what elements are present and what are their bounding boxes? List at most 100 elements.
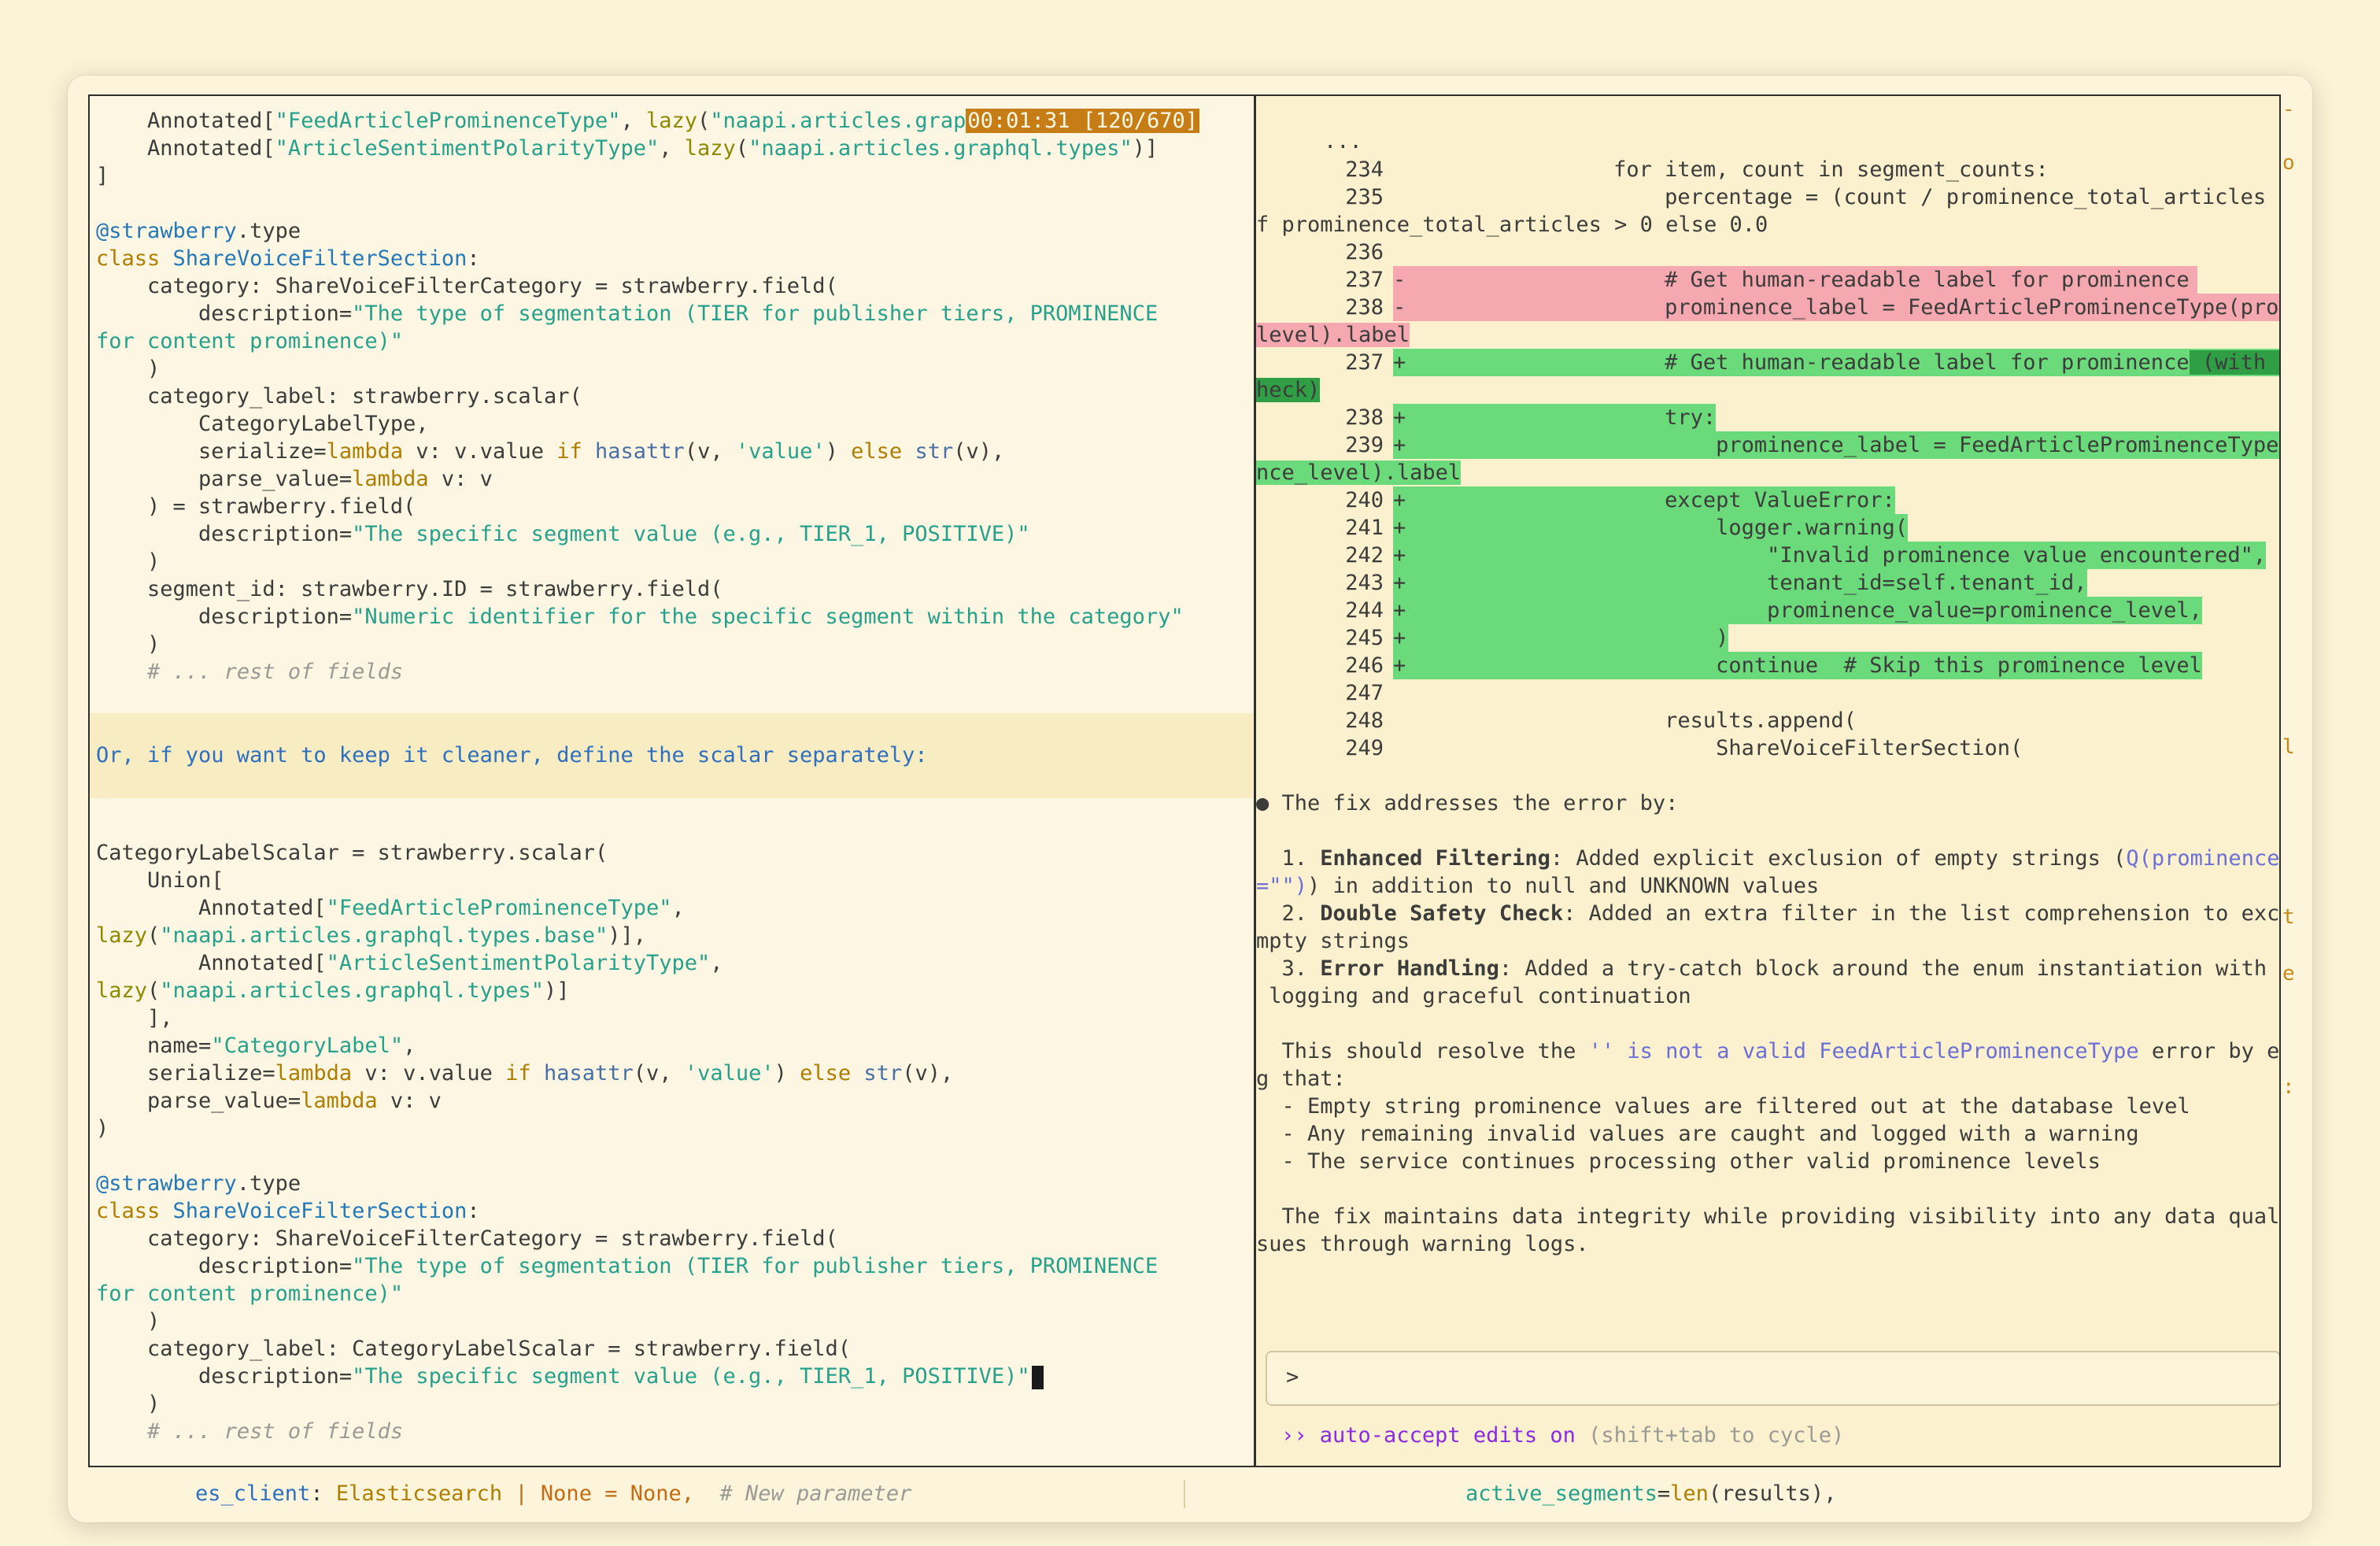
- diff-line-add: 240 + except ValueError:: [1345, 486, 1895, 514]
- status-separator: [1184, 1480, 1185, 1508]
- summary-item-1-wrap: ="")) in addition to null and UNKNOWN va…: [1256, 874, 1820, 898]
- dash-item-2: - Any remaining invalid values are caugh…: [1256, 1122, 2139, 1146]
- code-line: @strawberry.type: [96, 219, 301, 243]
- auto-accept-status: ›› auto-accept edits on (shift+tab to cy…: [1281, 1423, 1845, 1448]
- code-line: ],: [96, 1006, 173, 1030]
- code-block-top: Annotated["FeedArticleProminenceType", l…: [96, 107, 1245, 686]
- code-line: Union[: [96, 868, 224, 893]
- diff-line-add: 246 + continue # Skip this prominence lev…: [1345, 652, 2202, 679]
- diff-line-add-wrap: heck): [1256, 378, 1321, 402]
- code-line: ]: [96, 164, 109, 188]
- prose-text: Or, if you want to keep it cleaner, defi…: [96, 743, 928, 767]
- summary-item-2: 2. Double Safety Check: Added an extra f…: [1256, 901, 2281, 926]
- diff-line: 249 ShareVoiceFilterSection(: [1345, 736, 2023, 760]
- summary-item-3: 3. Error Handling: Added a try-catch blo…: [1256, 956, 2281, 981]
- diff-line: 236: [1345, 240, 1384, 264]
- code-line: category_label: strawberry.scalar(: [96, 384, 582, 409]
- tmux-frame: Annotated["FeedArticleProminenceType", l…: [88, 94, 2281, 1467]
- code-block-bottom: CategoryLabelScalar = strawberry.scalar(…: [96, 839, 1245, 1445]
- code-line: description="Numeric identifier for the …: [96, 605, 1184, 629]
- code-line: description="The specific segment value …: [96, 1363, 1245, 1390]
- code-line: description="The type of segmentation (T…: [96, 1254, 1159, 1278]
- diff-line-add: 243 + tenant_id=self.tenant_id,: [1345, 569, 2087, 597]
- timer-badge: 00:01:31 [120/670]: [966, 109, 1200, 133]
- code-line: description="The specific segment value …: [96, 522, 1030, 546]
- diff-line-add: 242 + "Invalid prominence value encounter…: [1345, 542, 2267, 569]
- code-line: class ShareVoiceFilterSection:: [96, 1199, 480, 1223]
- code-line: category: ShareVoiceFilterCategory = str…: [96, 1226, 838, 1251]
- code-line: ): [96, 549, 161, 574]
- code-line: @strawberry.type: [96, 1171, 301, 1196]
- code-line: serialize=lambda v: v.value if hasattr(v…: [96, 1061, 954, 1086]
- diff-line-add: 237 + # Get human-readable label for prom…: [1262, 349, 2279, 376]
- code-line: # ... rest of fields: [147, 660, 404, 684]
- code-line: for content prominence)": [96, 329, 404, 353]
- diff-line-del: 237- # Get human-readable label for prom…: [1262, 266, 2279, 294]
- code-line: ): [96, 1309, 161, 1333]
- code-line: parse_value=lambda v: v: [96, 467, 493, 491]
- summary-intro: ● The fix addresses the error by:: [1256, 791, 1679, 816]
- code-line: ): [96, 632, 161, 656]
- diff-line-add: 245 + ): [1345, 624, 1729, 652]
- prompt-caret: >: [1286, 1365, 1299, 1389]
- diff-line-add: 239 + prominence_label = FeedArticlePromi…: [1262, 431, 2279, 459]
- prose-block: Or, if you want to keep it cleaner, defi…: [90, 713, 1253, 798]
- code-line: category_label: CategoryLabelScalar = st…: [96, 1337, 852, 1361]
- diff-line: 247: [1345, 681, 1384, 705]
- terminal-window: Annotated["FeedArticleProminenceType", l…: [68, 76, 2312, 1522]
- dash-item-3: - The service continues processing other…: [1256, 1149, 2101, 1174]
- text-cursor: [1031, 1365, 1044, 1389]
- code-line: CategoryLabelType,: [96, 412, 429, 436]
- diff-view: 234 for item, count in segment_counts: 2…: [1256, 156, 2279, 1258]
- right-pane-claude[interactable]: ... 234 for item, count in segment_count…: [1256, 96, 2279, 1466]
- code-line: for content prominence)": [96, 1282, 404, 1306]
- code-line: description="The type of segmentation (T…: [96, 301, 1159, 326]
- prompt-input[interactable]: >: [1266, 1351, 2279, 1406]
- code-line: lazy("naapi.articles.graphql.types")]: [96, 978, 570, 1003]
- code-line: CategoryLabelScalar = strawberry.scalar(: [96, 841, 608, 865]
- code-line: Annotated["FeedArticleProminenceType", l…: [96, 109, 1200, 133]
- diff-line-add: 241 + logger.warning(: [1345, 514, 1908, 542]
- code-line: name="CategoryLabel",: [96, 1034, 416, 1058]
- code-line: category: ShareVoiceFilterCategory = str…: [96, 274, 838, 298]
- code-line: serialize=lambda v: v.value if hasattr(v…: [96, 439, 1005, 464]
- code-line: lazy("naapi.articles.graphql.types.base"…: [96, 923, 647, 948]
- scroll-gutter: - o l t e :: [2282, 98, 2295, 1099]
- code-line: class ShareVoiceFilterSection:: [96, 246, 480, 271]
- diff-line: 234 for item, count in segment_counts:: [1345, 157, 2049, 182]
- diff-line-wrap: f prominence_total_articles > 0 else 0.0: [1256, 213, 1768, 237]
- code-line: ): [96, 1116, 109, 1141]
- code-line: Annotated["FeedArticleProminenceType",: [96, 896, 685, 920]
- code-line: # ... rest of fields: [147, 1419, 404, 1444]
- diff-line-del-wrap: level).label: [1256, 323, 1410, 347]
- diff-line-add: 244 + prominence_value=prominence_level,: [1345, 597, 2202, 624]
- diff-line-add-wrap: nce_level).label: [1256, 460, 1462, 485]
- code-line: segment_id: strawberry.ID = strawberry.f…: [96, 577, 723, 601]
- dash-item-1: - Empty string prominence values are fil…: [1256, 1094, 2190, 1119]
- summary-item-3-wrap: logging and graceful continuation: [1256, 984, 1691, 1008]
- resolve-text: This should resolve the '' is not a vali…: [1256, 1039, 2280, 1063]
- resolve-text-wrap: g that:: [1256, 1067, 1346, 1091]
- code-line: parse_value=lambda v: v: [96, 1089, 442, 1113]
- status-left: es_client: Elasticsearch | None = None, …: [195, 1481, 912, 1506]
- diff-line: 235 percentage = (count / prominence_tot…: [1345, 185, 2279, 209]
- diff-ellipsis: ...: [1324, 129, 1362, 153]
- summary-item-1: 1. Enhanced Filtering: Added explicit ex…: [1256, 846, 2280, 871]
- bottom-status-bar: es_client: Elasticsearch | None = None, …: [68, 1480, 2312, 1511]
- code-line: ) = strawberry.field(: [96, 494, 416, 519]
- summary-item-2-wrap: mpty strings: [1256, 929, 1410, 953]
- diff-line-del: 238- prominence_label = FeedArticlePromi…: [1262, 294, 2279, 321]
- code-line: Annotated["ArticleSentimentPolarityType"…: [96, 951, 723, 975]
- code-line: ): [96, 1392, 161, 1416]
- fast-forward-icon: ››: [1281, 1423, 1307, 1448]
- maintain-text: The fix maintains data integrity while p…: [1256, 1204, 2281, 1229]
- left-pane-code[interactable]: Annotated["FeedArticleProminenceType", l…: [90, 96, 1253, 1466]
- diff-line-add: 238 + try:: [1345, 404, 1717, 431]
- maintain-text-wrap: sues through warning logs.: [1256, 1232, 1589, 1256]
